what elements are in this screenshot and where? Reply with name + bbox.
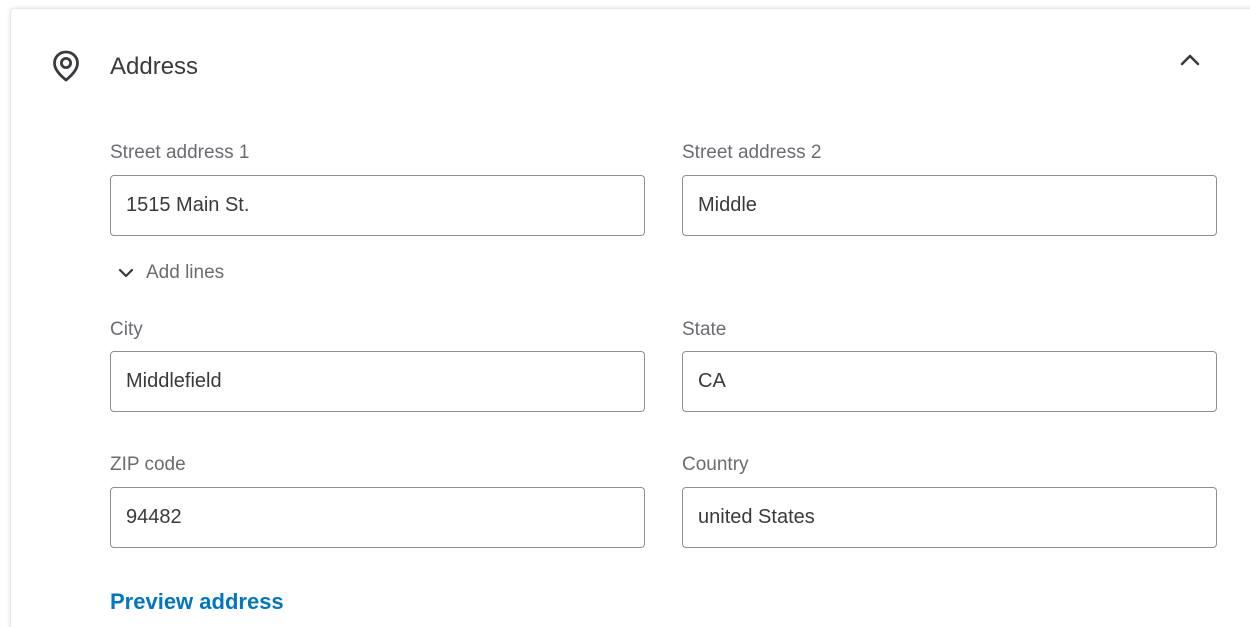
- chevron-up-icon: [1180, 54, 1200, 66]
- state-label: State: [682, 319, 727, 340]
- street-address-1-label: Street address 1: [110, 142, 250, 163]
- zip-code-label: ZIP code: [110, 454, 186, 475]
- street-address-2-label: Street address 2: [682, 142, 822, 163]
- add-lines-button[interactable]: Add lines: [117, 260, 224, 286]
- street-address-2-input[interactable]: [682, 175, 1217, 236]
- country-input[interactable]: [682, 487, 1217, 548]
- page: Address Street address 1 Street address …: [0, 0, 1250, 627]
- location-pin-icon: [51, 49, 81, 83]
- city-label: City: [110, 319, 143, 340]
- section-title: Address: [110, 53, 199, 80]
- preview-address-link[interactable]: Preview address: [110, 588, 284, 616]
- country-label: Country: [682, 454, 749, 475]
- street-address-1-input[interactable]: [110, 175, 645, 236]
- chevron-down-icon: [118, 268, 134, 278]
- add-lines-label: Add lines: [146, 262, 225, 283]
- state-input[interactable]: [682, 351, 1217, 412]
- city-input[interactable]: [110, 351, 645, 412]
- zip-code-input[interactable]: [110, 487, 645, 548]
- collapse-button[interactable]: [1176, 46, 1204, 74]
